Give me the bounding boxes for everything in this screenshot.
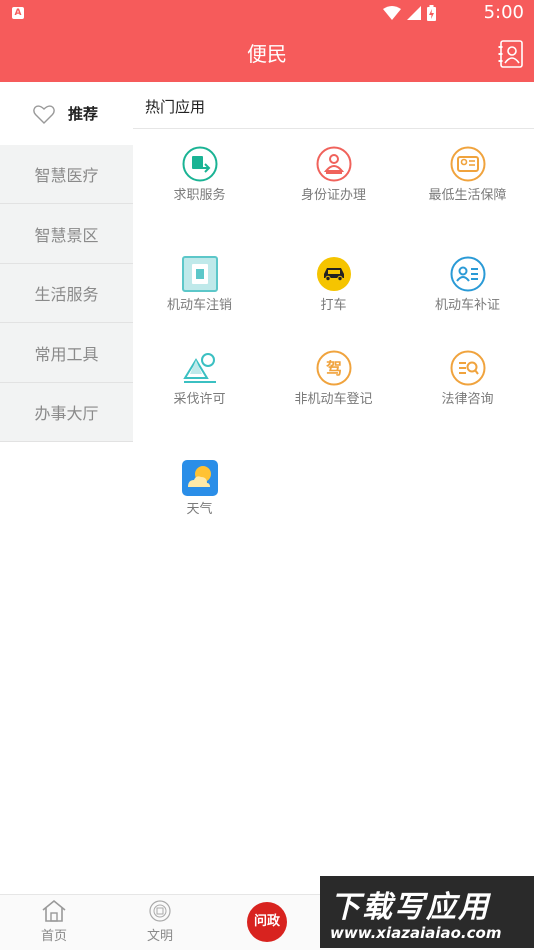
heart-icon bbox=[33, 104, 55, 124]
sidebar-item-label: 推荐 bbox=[68, 105, 99, 123]
sidebar-item-label: 智慧医疗 bbox=[34, 166, 99, 185]
app-label: 最低生活保障 bbox=[428, 188, 507, 203]
vehicle-reissue-icon bbox=[450, 256, 485, 292]
app-label: 机动车注销 bbox=[166, 298, 232, 313]
nav-label: 文明 bbox=[146, 929, 173, 944]
section-title: 热门应用 bbox=[145, 98, 206, 116]
signal-icon bbox=[407, 6, 421, 20]
sidebar-item-life-services[interactable]: 生活服务 bbox=[0, 264, 133, 323]
sidebar-item-common-tools[interactable]: 常用工具 bbox=[0, 324, 133, 383]
status-bar: A 5:00 bbox=[0, 0, 534, 26]
svg-text:驾: 驾 bbox=[324, 359, 341, 378]
sidebar-item-label: 生活服务 bbox=[34, 285, 99, 304]
sidebar-item-label: 办事大厅 bbox=[34, 404, 99, 423]
sidebar-item-smart-scenic[interactable]: 智慧景区 bbox=[0, 205, 133, 264]
category-sidebar: 推荐 智慧医疗 智慧景区 生活服务 常用工具 办事大厅 bbox=[0, 82, 133, 442]
page-title: 便民 bbox=[247, 42, 287, 66]
notification-badge: A bbox=[12, 7, 24, 19]
watermark-logo: 下载写应用 www.xiazaiaiao.com bbox=[320, 876, 534, 948]
nav-label: 首页 bbox=[40, 929, 67, 944]
app-bicycle-register[interactable]: 驾 非机动车登记 bbox=[267, 350, 400, 407]
app-label: 打车 bbox=[320, 298, 347, 313]
app-label: 求职服务 bbox=[173, 188, 226, 203]
watermark-url: www.xiazaiaiao.com bbox=[330, 924, 502, 942]
sidebar-item-service-hall[interactable]: 办事大厅 bbox=[0, 383, 133, 442]
sidebar-item-recommended[interactable]: 推荐 bbox=[0, 82, 133, 145]
wifi-icon bbox=[383, 6, 401, 20]
app-label: 非机动车登记 bbox=[294, 392, 373, 407]
job-icon bbox=[182, 146, 217, 182]
logging-icon bbox=[182, 353, 216, 383]
id-card-icon bbox=[316, 146, 351, 182]
watermark-title: 下载写应用 bbox=[330, 890, 490, 925]
legal-icon bbox=[450, 350, 485, 386]
status-icons bbox=[383, 5, 436, 21]
contacts-button[interactable] bbox=[498, 40, 524, 68]
app-header: 便民 bbox=[0, 26, 534, 82]
allowance-icon bbox=[450, 146, 485, 182]
battery-icon bbox=[427, 5, 436, 21]
vehicle-cancel-icon bbox=[181, 256, 218, 292]
app-legal-consult[interactable]: 法律咨询 bbox=[401, 350, 534, 407]
page: A 5:00 便民 推荐 智慧医疗 智慧景区 生活服务 常用工具 办事大厅 热门… bbox=[0, 0, 534, 950]
app-taxi[interactable]: 打车 bbox=[267, 256, 400, 313]
app-minimum-allowance[interactable]: 最低生活保障 bbox=[401, 146, 534, 203]
nav-civilization[interactable]: 文明 bbox=[120, 899, 200, 944]
app-label: 机动车补证 bbox=[434, 298, 500, 313]
app-label: 天气 bbox=[186, 502, 213, 517]
app-label: 身份证办理 bbox=[300, 188, 366, 203]
sidebar-item-label: 智慧景区 bbox=[34, 226, 99, 245]
sidebar-item-label: 常用工具 bbox=[34, 345, 99, 364]
weather-icon bbox=[181, 460, 218, 496]
app-weather[interactable]: 天气 bbox=[133, 460, 266, 517]
nav-wenzheng[interactable]: 问政 bbox=[247, 902, 287, 942]
app-vehicle-cancel[interactable]: 机动车注销 bbox=[133, 256, 266, 313]
app-label: 法律咨询 bbox=[441, 392, 494, 407]
divider bbox=[133, 128, 534, 129]
taxi-icon bbox=[316, 257, 351, 291]
app-vehicle-reissue[interactable]: 机动车补证 bbox=[401, 256, 534, 313]
sidebar-item-smart-medical[interactable]: 智慧医疗 bbox=[0, 145, 133, 204]
bicycle-register-icon: 驾 bbox=[316, 350, 351, 386]
app-label: 采伐许可 bbox=[173, 392, 226, 407]
nav-home[interactable]: 首页 bbox=[14, 899, 94, 944]
home-icon bbox=[42, 899, 66, 922]
status-time: 5:00 bbox=[483, 2, 524, 23]
civilization-icon bbox=[149, 900, 171, 922]
app-id-card[interactable]: 身份证办理 bbox=[267, 146, 400, 203]
app-logging-permit[interactable]: 采伐许可 bbox=[133, 350, 266, 407]
app-job-services[interactable]: 求职服务 bbox=[133, 146, 266, 203]
main-content: 热门应用 求职服务 身份证办理 最低生活保障 机动车注销 打车 机动车补证 采伐… bbox=[133, 82, 534, 894]
